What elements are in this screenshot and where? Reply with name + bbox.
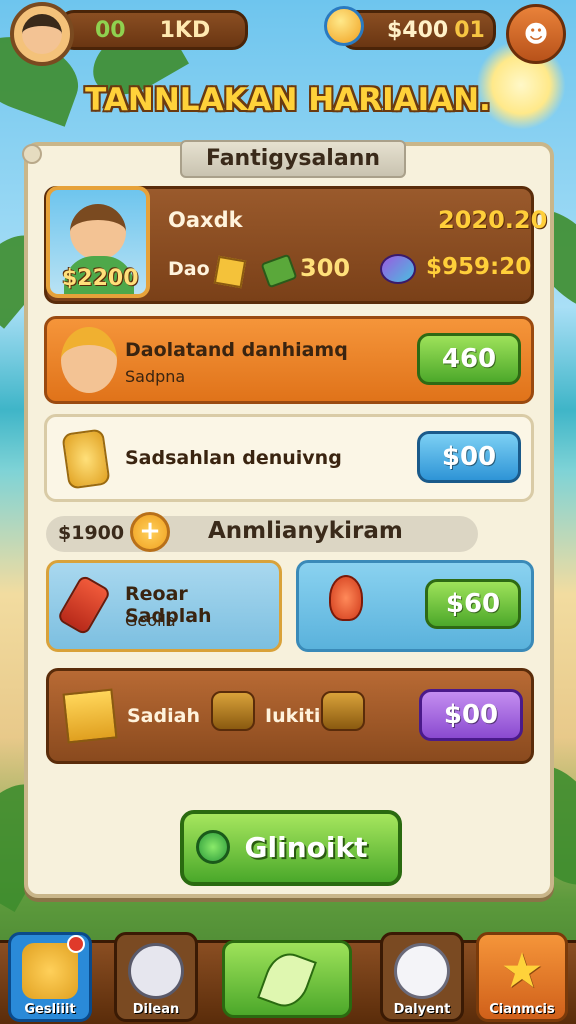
bundle-label-b: Iukiti: [265, 705, 321, 727]
scroll-curl-decoration: [22, 144, 42, 164]
robot-icon: [394, 943, 450, 999]
leaf-icon: [257, 947, 317, 1013]
notification-badge: [67, 935, 85, 953]
avatar-face-icon: [22, 14, 62, 54]
friends-button[interactable]: ☻: [506, 4, 566, 64]
gold-bag-icon: [61, 428, 111, 490]
crate-icon: [213, 255, 247, 289]
page-title: TANNLAKAN HARIAIAN.: [85, 82, 491, 118]
level-pill: 00 1KD: [58, 10, 248, 50]
featured-value: 2020.20: [438, 206, 548, 234]
card-buy-button[interactable]: $60: [425, 579, 521, 629]
potion-icon: [56, 573, 112, 637]
add-button[interactable]: +: [130, 512, 170, 552]
item-card[interactable]: $60: [296, 560, 534, 652]
barrel-icon: [321, 691, 365, 731]
bundle-row[interactable]: Sadiah Iukiti $00: [46, 668, 534, 764]
card-subtitle: Geolla: [125, 611, 176, 630]
level-value: 00: [95, 17, 126, 43]
coin-suffix: 01: [454, 17, 485, 43]
character-icon: [61, 327, 117, 393]
coin-icon: [324, 6, 364, 46]
barrel-icon: [211, 691, 255, 731]
friends-icon: ☻: [523, 20, 549, 48]
bundle-label-a: Sadiah: [127, 705, 200, 727]
nav-item-dalyent[interactable]: Dalyent: [380, 932, 464, 1022]
panel-tab[interactable]: Fantigysalann: [180, 140, 406, 178]
featured-stat-b: $959:20: [426, 254, 532, 280]
star-icon: ★: [500, 943, 544, 999]
coin-amount: $400: [387, 17, 449, 43]
featured-stat-a: 300: [300, 254, 351, 282]
nav-item-home[interactable]: [222, 940, 352, 1018]
featured-price: $2200: [62, 266, 139, 291]
nav-item-cianmcis[interactable]: ★ Cianmcis: [476, 932, 568, 1022]
item-card[interactable]: Reoar Sadplah Geolla: [46, 560, 282, 652]
xp-value: 1KD: [159, 17, 211, 43]
offer-buy-button[interactable]: $00: [417, 431, 521, 483]
character-head-icon: [70, 204, 126, 260]
featured-name: Oaxdk: [168, 208, 243, 232]
collect-button-label: Glinoikt: [244, 831, 368, 864]
offer-title: Daolatand danhiamq: [125, 339, 348, 361]
chat-bubble-icon: [196, 830, 230, 864]
gem-icon: [380, 254, 416, 284]
drumstick-icon: [329, 575, 363, 621]
offer-row[interactable]: Daolatand danhiamq Sadpna 460: [44, 316, 534, 404]
nav-label: Dilean: [132, 1002, 180, 1017]
nav-label: Dalyent: [393, 1002, 451, 1017]
nav-item-dilean[interactable]: Dilean: [114, 932, 198, 1022]
section-price: $1900: [58, 522, 125, 544]
bird-icon: [22, 943, 78, 999]
nav-label: Gesliiit: [24, 1002, 76, 1017]
section-title: Anmlianykiram: [208, 518, 403, 544]
offer-subtitle: Sadpna: [125, 367, 186, 386]
crate-icon: [62, 688, 118, 744]
offer-row[interactable]: Sadsahlan denuivng $00: [44, 414, 534, 502]
mail-icon: [128, 943, 184, 999]
featured-sub-label: Dao: [168, 258, 210, 280]
offer-title: Sadsahlan denuivng: [125, 447, 342, 469]
nav-label: Cianmcis: [489, 1002, 555, 1017]
player-avatar[interactable]: [10, 2, 74, 66]
bundle-buy-button[interactable]: $00: [419, 689, 523, 741]
offer-buy-button[interactable]: 460: [417, 333, 521, 385]
nav-item-gesliiit[interactable]: Gesliiit: [8, 932, 92, 1022]
